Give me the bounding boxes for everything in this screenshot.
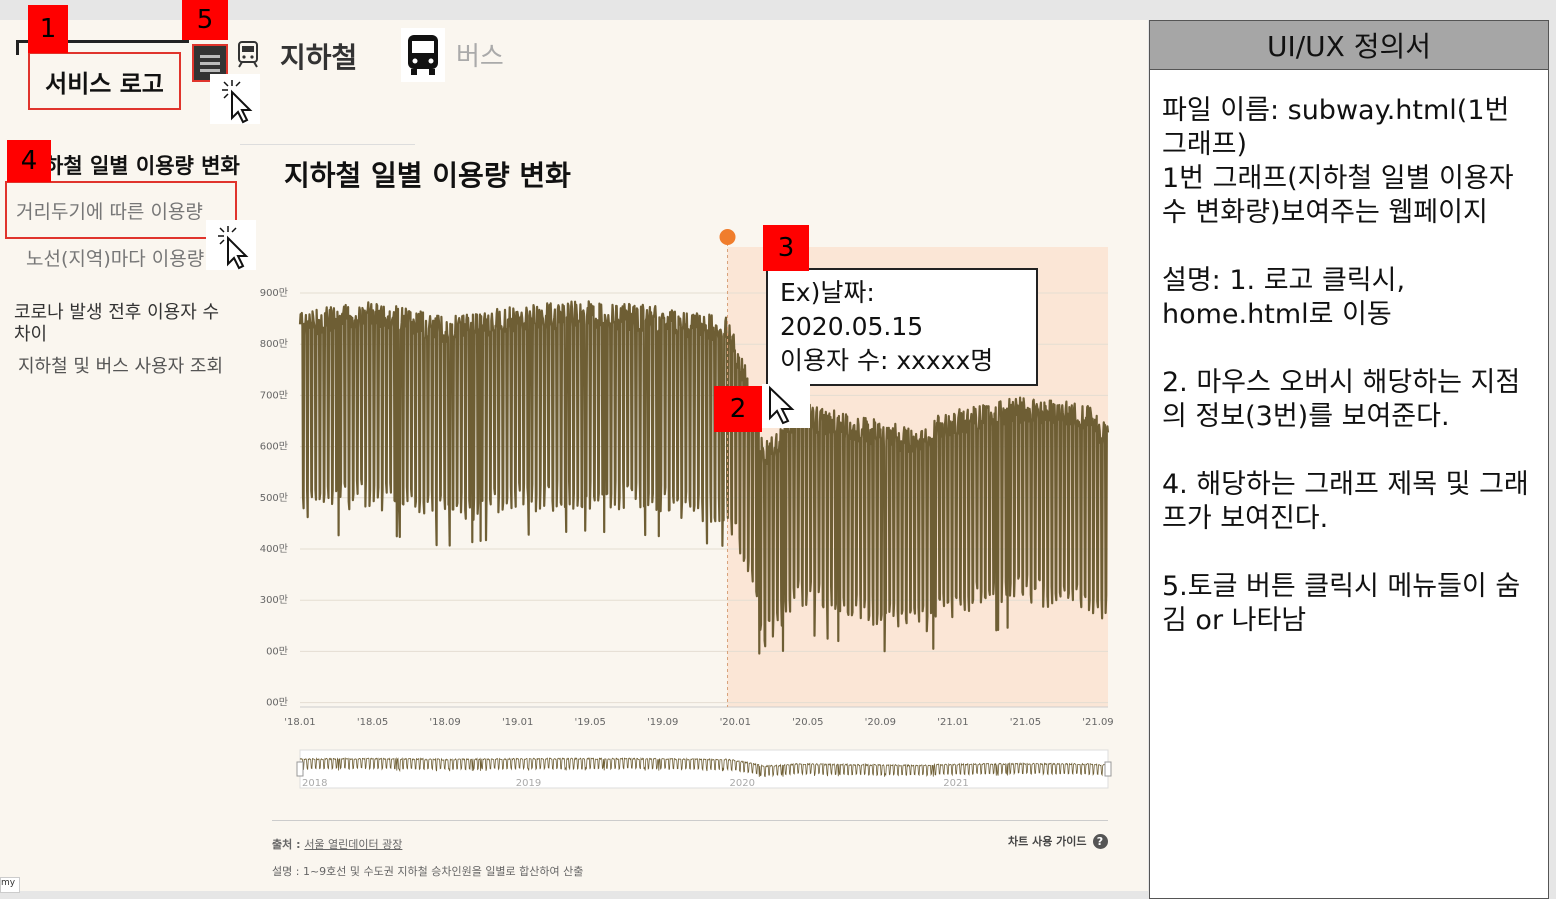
sidebar-item-user-lookup[interactable]: 지하철 및 버스 사용자 조회 (18, 355, 228, 378)
spec-body: 파일 이름: subway.html(1번 그래프) 1번 그래프(지하철 일별… (1150, 70, 1548, 638)
sidebar-item-daily-usage[interactable]: 하철 일별 이용량 변화 (44, 150, 240, 180)
x-tick-label: '20.05 (792, 717, 823, 728)
chart-guide-label: 차트 사용 가이드 (1008, 835, 1087, 848)
x-tick-label: '19.09 (647, 717, 678, 728)
navigator-year-label: 2021 (943, 778, 968, 789)
x-tick-label: '18.09 (429, 717, 460, 728)
chart-description: 설명 : 1~9호선 및 수도권 지하철 승차인원을 일별로 합산하여 산출 (272, 865, 584, 878)
spec-item-2: 2. 마우스 오버시 해당하는 지점의 정보(3번)를 보여준다. (1162, 367, 1521, 432)
navigator-year-label: 2020 (730, 778, 755, 789)
x-tick-label: '20.09 (865, 717, 896, 728)
spec-header: UI/UX 정의서 (1150, 21, 1548, 70)
subway-tab[interactable]: 지하철 (280, 36, 357, 76)
service-logo[interactable]: 서비스 로고 (28, 52, 181, 110)
x-tick-label: '18.05 (357, 717, 388, 728)
x-tick-label: '20.01 (720, 717, 751, 728)
navigator-handle-right (1104, 761, 1112, 777)
spec-item-4: 4. 해당하는 그래프 제목 및 그래프가 보여진다. (1162, 469, 1529, 534)
x-tick-label: '21.09 (1082, 717, 1113, 728)
help-icon: ? (1092, 833, 1108, 849)
y-tick-label: 00만 (266, 697, 288, 709)
tooltip-date-label: Ex)날짜: (780, 278, 875, 307)
y-tick-label: 800만 (260, 338, 288, 350)
badge-1: 1 (28, 5, 68, 53)
uiux-spec-panel: UI/UX 정의서 파일 이름: subway.html(1번 그래프) 1번 … (1149, 20, 1549, 899)
sidebar-item-line-region[interactable]: 노선(지역)마다 이용량 (26, 248, 204, 270)
bus-tab[interactable]: 버스 (456, 36, 504, 73)
navigator-year-label: 2018 (302, 778, 327, 789)
hover-cursor-chart (762, 384, 810, 428)
hover-marker (719, 229, 736, 245)
source-label: 출처 : (272, 838, 305, 851)
hamburger-icon (200, 61, 220, 65)
corner-label: my (0, 877, 20, 893)
divider (240, 144, 415, 145)
y-tick-label: 300만 (260, 594, 288, 606)
sidebar-item-distancing[interactable]: 거리두기에 따른 이용량 (16, 201, 203, 223)
y-tick-label: 700만 (260, 389, 288, 401)
spec-item-5: 5.토글 버튼 클릭시 메뉴들이 숨김 or 나타남 (1162, 571, 1521, 636)
tooltip-date-value: 2020.05.15 (780, 312, 924, 341)
x-tick-label: '19.05 (574, 717, 605, 728)
navigator-handle-left (296, 761, 304, 777)
x-tick-label: '21.05 (1010, 717, 1041, 728)
x-tick-label: '21.01 (937, 717, 968, 728)
spec-file-info: 파일 이름: subway.html(1번 그래프) 1번 그래프(지하철 일별… (1162, 95, 1514, 228)
x-tick-label: '19.01 (502, 717, 533, 728)
y-tick-label: 600만 (260, 441, 288, 453)
y-tick-label: 500만 (260, 492, 288, 504)
click-cursor-toggle (210, 74, 260, 124)
spec-item-1: 설명: 1. 로고 클릭시, home.html로 이동 (1162, 265, 1406, 330)
source-link[interactable]: 서울 열린데이터 광장 (304, 838, 402, 851)
badge-5: 5 (182, 0, 228, 40)
page-title: 지하철 일별 이용량 변화 (284, 159, 571, 192)
y-tick-label: 400만 (260, 543, 288, 555)
y-tick-label: 900만 (260, 287, 288, 299)
subway-icon (236, 40, 260, 68)
click-cursor-sidebar (206, 220, 256, 270)
service-logo-label: 서비스 로고 (45, 69, 164, 98)
navigator-year-label: 2019 (516, 778, 541, 789)
badge-4: 4 (7, 140, 51, 182)
badge-2: 2 (714, 386, 762, 432)
tooltip-user-count: 이용자 수: xxxxx명 (780, 346, 994, 375)
chart-guide-link[interactable]: 차트 사용 가이드 ? (1008, 833, 1108, 849)
y-tick-label: 00만 (266, 645, 288, 657)
source-text: 출처 : 서울 열린데이터 광장 (272, 836, 402, 852)
bus-icon (401, 28, 445, 82)
navigator-frame (299, 749, 1109, 789)
footer-divider (272, 820, 1108, 821)
badge-3: 3 (763, 225, 809, 271)
x-tick-label: '18.01 (284, 717, 315, 728)
sidebar-item-covid-diff[interactable]: 코로나 발생 전후 이용자 수 차이 (14, 302, 224, 346)
data-tooltip: Ex)날짜: 2020.05.15 이용자 수: xxxxx명 (766, 268, 1038, 386)
